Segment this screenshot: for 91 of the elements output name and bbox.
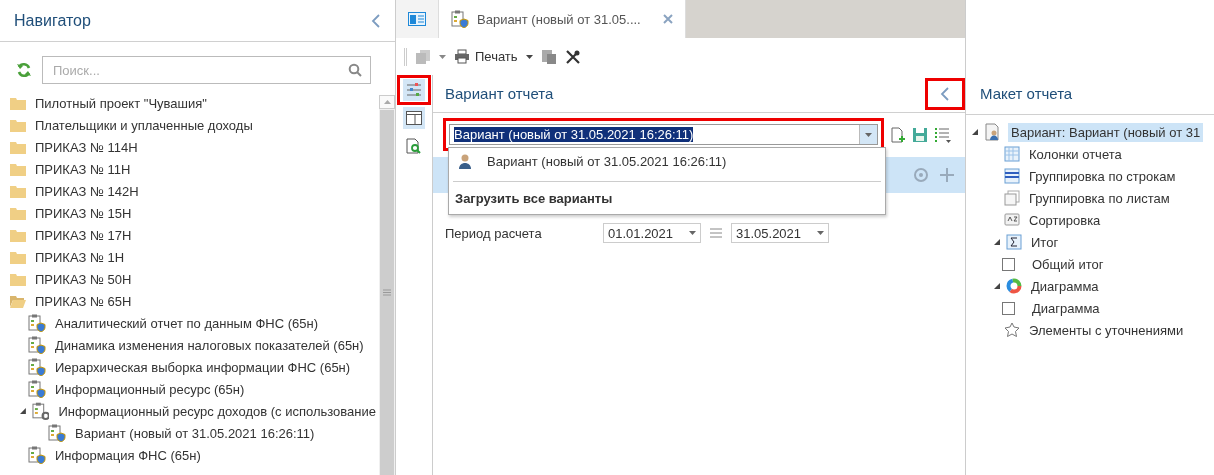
close-icon[interactable] (662, 14, 673, 24)
tree-item[interactable]: Информационный ресурс доходов (с использование (55, 401, 379, 421)
panel-title: Макет отчета (980, 84, 1073, 102)
checkbox[interactable] (1002, 257, 1015, 271)
tree-item[interactable]: Колонки отчета (1026, 144, 1125, 164)
table-columns-icon (1004, 146, 1020, 162)
report-shield-icon (28, 358, 46, 376)
report-shield-icon (28, 446, 46, 464)
panel-title: Вариант отчета (445, 85, 554, 102)
layout-button[interactable] (403, 107, 425, 129)
tree-item[interactable]: ПРИКАЗ № 17Н (32, 225, 135, 245)
tree-item[interactable]: Общий итог (1029, 254, 1107, 274)
tree-item[interactable]: Сортировка (1026, 210, 1104, 230)
caret-icon[interactable] (865, 132, 872, 137)
tree-item[interactable]: Плательщики и уплаченные доходы (32, 115, 256, 135)
sliders-icon (406, 83, 422, 97)
collapse-chevron-icon[interactable] (940, 85, 950, 102)
grip-icon[interactable] (383, 289, 391, 296)
tools-icon[interactable] (564, 48, 581, 65)
date-field[interactable]: 01.01.2021 (603, 223, 701, 243)
sort-icon (1004, 212, 1020, 228)
star-outline-icon (1004, 322, 1020, 338)
new-document-icon[interactable] (890, 126, 906, 143)
person-document-icon (984, 123, 1002, 141)
document-search-icon (406, 138, 422, 154)
list-icon[interactable] (934, 126, 952, 143)
report-shield-icon (48, 424, 66, 442)
report-shield-icon (28, 336, 46, 354)
settings-button[interactable] (397, 75, 431, 105)
tree-item[interactable]: Элементы с уточнениями (1026, 320, 1187, 340)
window-icon (408, 12, 426, 26)
menu-item[interactable]: Вариант (новый от 31.05.2021 16:26:11) (449, 148, 885, 174)
panel-title: Навигатор (14, 11, 91, 30)
export-icon[interactable] (540, 48, 557, 65)
tree-item[interactable]: ПРИКАЗ № 15Н (32, 203, 135, 223)
print-button[interactable]: Печать (454, 49, 518, 64)
sum-icon (1006, 234, 1022, 250)
caret-icon[interactable] (525, 54, 533, 59)
expand-arrow-icon[interactable] (994, 239, 1000, 245)
tree-item[interactable]: ПРИКАЗ № 65Н (32, 291, 135, 311)
expand-arrow-icon[interactable] (20, 408, 26, 414)
search-box[interactable]: Поиск... (42, 56, 371, 84)
caret-icon[interactable] (689, 231, 696, 235)
collapse-button[interactable] (925, 77, 965, 110)
load-all-link[interactable]: Загрузить все варианты (449, 182, 885, 214)
tree-item[interactable]: Вариант (новый от 31.05.2021 16:26:11) (72, 423, 318, 443)
tree-item[interactable]: Информация ФНС (65н) (52, 445, 204, 465)
scrollbar[interactable] (379, 95, 395, 475)
tree-item[interactable]: Диаграмма (1028, 276, 1102, 296)
expand-arrow-icon[interactable] (972, 129, 978, 135)
range-icon (709, 227, 723, 239)
report-shield-icon (28, 314, 46, 332)
copy-icon (415, 48, 431, 65)
tree-item[interactable]: ПРИКАЗ № 142Н (32, 181, 142, 201)
date-field[interactable]: 31.05.2021 (731, 223, 829, 243)
printer-icon (454, 49, 470, 64)
tree-item[interactable]: Динамика изменения налоговых показателей (65н) (52, 335, 367, 355)
tree-item[interactable]: ПРИКАЗ № 1Н (32, 247, 128, 267)
collapse-chevron-icon[interactable] (371, 12, 381, 29)
window-icon (406, 111, 422, 125)
tree-item[interactable]: ПРИКАЗ № 50Н (32, 269, 135, 289)
caret-icon[interactable] (817, 231, 824, 235)
expand-arrow-icon[interactable] (994, 283, 1000, 289)
table-rows-icon (1004, 168, 1020, 184)
tree-item[interactable]: Пилотный проект "Чувашия" (32, 93, 210, 113)
person-icon (457, 153, 473, 169)
tree-item[interactable]: ПРИКАЗ № 114Н (32, 137, 141, 157)
tree-item[interactable]: Диаграмма (1029, 298, 1103, 318)
reset-icon[interactable] (913, 167, 929, 183)
checkbox[interactable] (1002, 301, 1015, 315)
tree-item[interactable]: Иерархическая выборка информации ФНС (65н) (52, 357, 354, 377)
search-icon[interactable] (348, 63, 362, 77)
scroll-up-icon[interactable] (383, 100, 391, 104)
tree-item[interactable]: Вариант: Вариант (новый от 31 (1008, 122, 1204, 142)
report-shield-icon (451, 10, 469, 28)
tree-item[interactable]: Группировка по строкам (1026, 166, 1179, 186)
refresh-icon[interactable] (16, 62, 32, 78)
tree-item[interactable]: Аналитический отчет по данным ФНС (65н) (52, 313, 322, 333)
document-tab[interactable]: Вариант (новый от 31.05.... (439, 0, 686, 38)
tree-item[interactable]: Итог (1028, 232, 1062, 252)
field-label: Период расчета (445, 225, 543, 241)
tree-item[interactable]: ПРИКАЗ № 11Н (32, 159, 134, 179)
report-gear-icon (31, 402, 50, 420)
home-tab[interactable] (396, 0, 439, 38)
report-shield-icon (28, 380, 46, 398)
plus-icon[interactable] (939, 167, 955, 183)
tree-item[interactable]: Информационный ресурс (65н) (52, 379, 248, 399)
donut-chart-icon (1006, 278, 1022, 294)
save-icon[interactable] (912, 126, 928, 143)
tree-item[interactable]: Группировка по листам (1026, 188, 1173, 208)
stacked-sheets-icon (1004, 190, 1020, 206)
